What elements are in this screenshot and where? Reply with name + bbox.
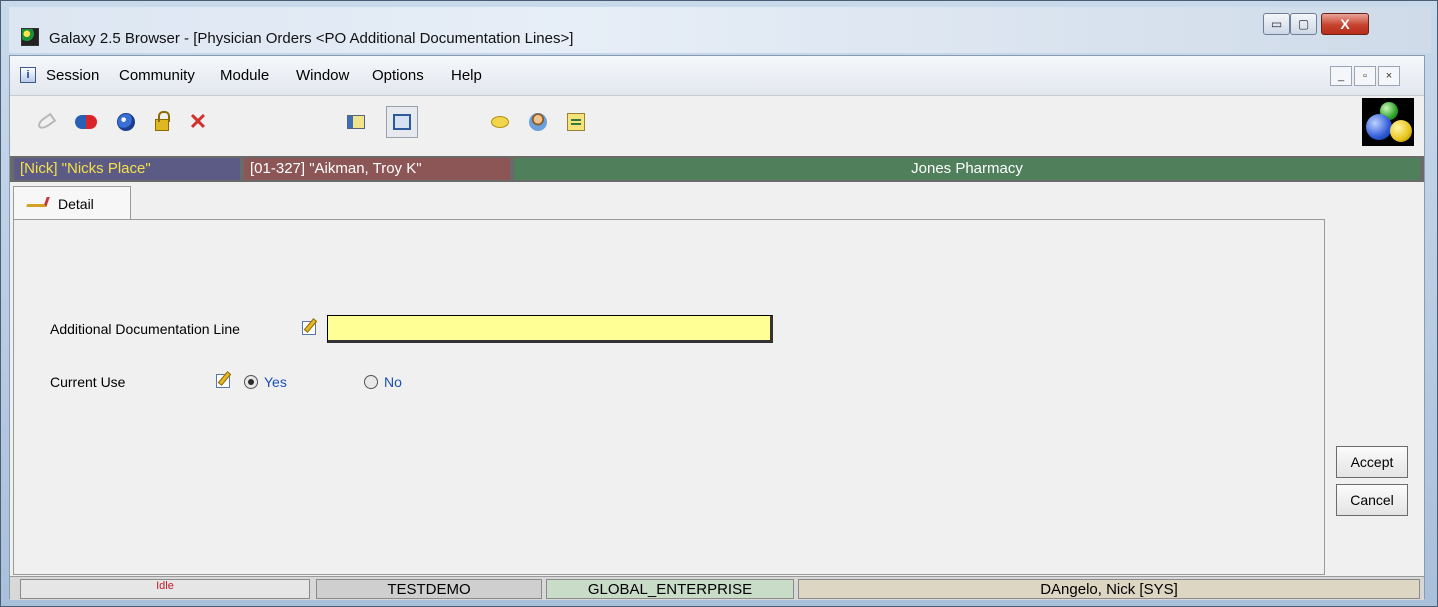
- context-bar: [Nick] "Nicks Place" [01-327] "Aikman, T…: [10, 156, 1424, 182]
- window-title: Galaxy 2.5 Browser - [Physician Orders <…: [49, 30, 574, 47]
- galaxy-logo: [1362, 98, 1414, 146]
- title-bar[interactable]: Galaxy 2.5 Browser - [Physician Orders <…: [9, 7, 1431, 53]
- status-state: Idle: [20, 579, 310, 599]
- document-icon[interactable]: i: [20, 67, 36, 83]
- cancel-button[interactable]: Cancel: [1336, 484, 1408, 516]
- speech-bubble-icon: [491, 116, 509, 128]
- yellow-ball-icon: [1390, 120, 1412, 142]
- key-button[interactable]: [30, 106, 62, 138]
- pill-button[interactable]: [70, 106, 102, 138]
- tab-detail-label: Detail: [58, 196, 94, 212]
- screen-view-button[interactable]: [386, 106, 418, 138]
- toolbar: ✕: [10, 96, 1424, 146]
- current-use-no-label[interactable]: No: [384, 374, 402, 390]
- menu-window[interactable]: Window: [296, 67, 349, 84]
- current-use-no-radio[interactable]: [364, 375, 378, 389]
- accept-button[interactable]: Accept: [1336, 446, 1408, 478]
- doc-line-label: Additional Documentation Line: [50, 321, 240, 337]
- lock-icon: [155, 111, 170, 131]
- maximize-button[interactable]: ▢: [1290, 13, 1317, 35]
- person-icon: [529, 113, 547, 131]
- comment-button[interactable]: [484, 106, 516, 138]
- card-icon: [347, 115, 365, 129]
- edit-notepad-icon[interactable]: [302, 318, 320, 336]
- card-view-button[interactable]: [340, 106, 372, 138]
- site-context[interactable]: [Nick] "Nicks Place": [14, 158, 240, 180]
- edit-notepad-icon[interactable]: [216, 371, 234, 389]
- menu-help[interactable]: Help: [451, 67, 482, 84]
- status-database: TESTDEMO: [316, 579, 542, 599]
- current-use-yes-label[interactable]: Yes: [264, 374, 287, 390]
- mdi-restore-button[interactable]: ▫: [1354, 66, 1376, 86]
- delete-icon: ✕: [188, 109, 208, 134]
- status-enterprise: GLOBAL_ENTERPRISE: [546, 579, 794, 599]
- menu-bar: i Session Community Module Window Option…: [10, 56, 1424, 96]
- edit-pencil-icon: [26, 197, 50, 207]
- lock-button[interactable]: [146, 106, 178, 138]
- tab-detail[interactable]: Detail: [13, 186, 131, 220]
- globe-icon: [117, 113, 135, 131]
- application-window: Galaxy 2.5 Browser - [Physician Orders <…: [0, 0, 1438, 607]
- detail-panel: Additional Documentation Line Current Us…: [13, 219, 1325, 575]
- menu-options[interactable]: Options: [372, 67, 424, 84]
- mdi-minimize-button[interactable]: _: [1330, 66, 1352, 86]
- blue-ball-icon: [1366, 114, 1392, 140]
- note-button[interactable]: [560, 106, 592, 138]
- mdi-close-button[interactable]: ×: [1378, 66, 1400, 86]
- doc-line-input[interactable]: [327, 315, 773, 343]
- pharmacy-context[interactable]: Jones Pharmacy: [514, 158, 1420, 180]
- galaxy-app-icon[interactable]: [21, 28, 39, 46]
- screen-icon: [393, 114, 411, 130]
- close-button[interactable]: X: [1321, 13, 1369, 35]
- menu-session[interactable]: Session: [46, 67, 99, 84]
- person-button[interactable]: [522, 106, 554, 138]
- status-user: DAngelo, Nick [SYS]: [798, 579, 1420, 599]
- key-icon: [35, 112, 57, 132]
- globe-button[interactable]: [110, 106, 142, 138]
- patient-context[interactable]: [01-327] "Aikman, Troy K": [244, 158, 510, 180]
- pill-icon: [75, 115, 97, 129]
- current-use-yes-radio[interactable]: [244, 375, 258, 389]
- client-area: i Session Community Module Window Option…: [9, 55, 1425, 600]
- current-use-label: Current Use: [50, 374, 126, 390]
- minimize-button[interactable]: ▭: [1263, 13, 1290, 35]
- menu-community[interactable]: Community: [119, 67, 195, 84]
- status-bar: Idle TESTDEMO GLOBAL_ENTERPRISE DAngelo,…: [10, 576, 1424, 600]
- delete-button[interactable]: ✕: [182, 106, 214, 138]
- note-icon: [567, 113, 585, 131]
- menu-module[interactable]: Module: [220, 67, 269, 84]
